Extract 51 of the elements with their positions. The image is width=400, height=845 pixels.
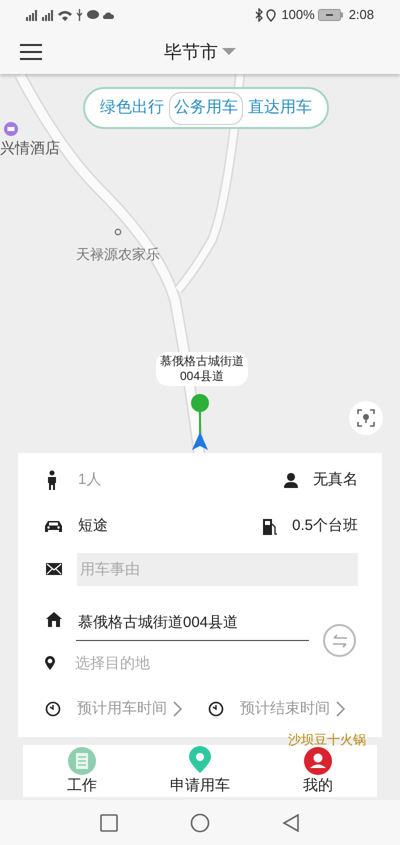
quota-value: 0.5个台班 — [292, 516, 358, 536]
chevron-right-icon — [336, 701, 345, 718]
map-place-label: 沙坝豆十火锅 — [288, 732, 366, 747]
envelope-icon — [46, 563, 62, 575]
map-place-label: 兴情酒店 — [0, 139, 60, 159]
nav-tab[interactable]: 申请用车 — [141, 745, 259, 797]
checklist-icon — [67, 746, 97, 776]
map-place-label: 天禄源农家乐 — [76, 245, 160, 264]
nav-tab[interactable]: 我的 — [259, 745, 377, 797]
bluetooth-location-icons — [254, 8, 278, 22]
location-marker-drawing — [189, 394, 211, 452]
reason-field[interactable]: 用车事由 — [77, 552, 358, 586]
poi-dot-icon — [114, 228, 122, 236]
recents-icon[interactable] — [100, 814, 118, 832]
fuel-pump-icon — [262, 518, 278, 534]
origin-field[interactable]: 慕俄格古城街道004县道 — [76, 605, 309, 641]
menu-icon — [20, 43, 42, 61]
city-dropdown[interactable]: 毕节市 — [164, 38, 236, 66]
clock-icon — [208, 701, 224, 718]
nav-tab[interactable]: 工作 — [23, 745, 141, 797]
chat-bubble-icon — [87, 10, 99, 20]
person-icon — [46, 470, 58, 490]
menu-button[interactable] — [20, 43, 42, 61]
chevron-right-icon — [173, 701, 182, 718]
mode-tab[interactable]: 公务用车 — [169, 92, 243, 124]
hotel-icon — [4, 122, 18, 136]
real-name-status: 无真名 — [313, 470, 358, 490]
locate-icon — [356, 408, 376, 428]
battery-icon — [318, 9, 344, 21]
clock-time: 2:08 — [348, 6, 374, 24]
trip-type[interactable]: 短途 — [78, 514, 108, 538]
swap-icon — [330, 634, 348, 648]
usb-icon — [76, 9, 83, 21]
cloud-icon — [103, 12, 114, 18]
pin-address-label: 慕俄格古城街道 004县道 — [156, 352, 248, 386]
signal-icon — [42, 10, 54, 20]
car-icon — [45, 520, 62, 532]
mode-tab[interactable]: 直达用车 — [245, 92, 315, 124]
signal-icon — [26, 10, 38, 20]
clock-icon — [45, 701, 61, 718]
passenger-count: 1人 — [78, 470, 102, 490]
battery-percent: 100% — [281, 6, 315, 24]
back-icon[interactable] — [282, 814, 300, 832]
wifi-icon — [58, 10, 72, 20]
home-icon — [46, 612, 62, 627]
home-icon[interactable] — [190, 812, 210, 832]
destination-field[interactable]: 选择目的地 — [73, 647, 306, 679]
caret-icon — [222, 48, 236, 56]
user-icon — [283, 472, 299, 488]
mode-tab[interactable]: 绿色出行 — [97, 92, 167, 124]
location-pin-icon — [44, 655, 56, 671]
